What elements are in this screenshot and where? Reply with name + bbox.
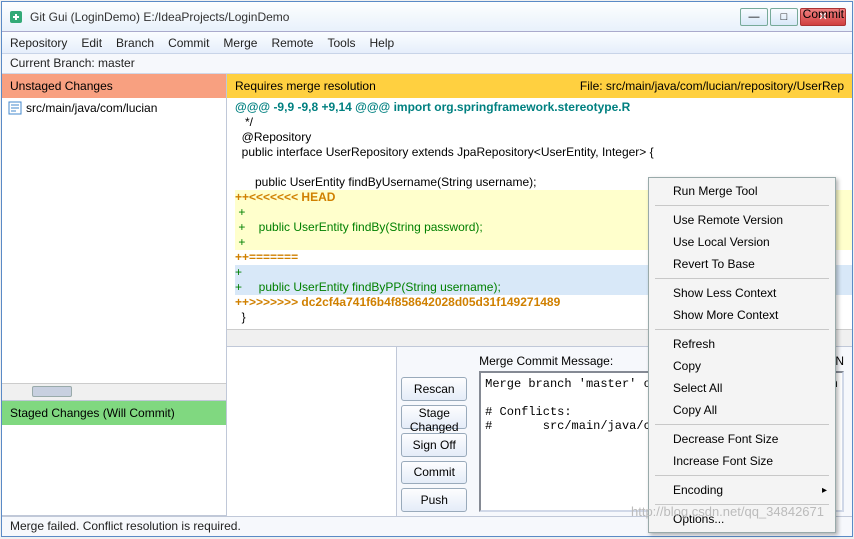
menu-item[interactable]: Refresh [651,333,833,355]
commit-button[interactable]: Commit [401,461,467,485]
menu-branch[interactable]: Branch [116,36,154,50]
menu-item[interactable]: Use Local Version [651,231,833,253]
commit-word: Commit [803,7,844,21]
staged-file-list[interactable] [2,425,226,516]
diff-requires: Requires merge resolution [235,79,376,93]
menu-item[interactable]: Encoding [651,479,833,501]
menu-separator [655,329,829,330]
push-button[interactable]: Push [401,488,467,512]
left-spacer [227,347,397,516]
titlebar[interactable]: Git Gui (LoginDemo) E:/IdeaProjects/Logi… [2,2,852,32]
diff-file-label: File: src/main/java/com/lucian/repositor… [580,79,844,93]
context-menu[interactable]: Run Merge Tool Use Remote VersionUse Loca… [648,177,836,533]
minimize-button[interactable]: — [740,8,768,26]
maximize-button[interactable]: □ [770,8,798,26]
menu-merge[interactable]: Merge [223,36,257,50]
menu-separator [655,475,829,476]
window-title: Git Gui (LoginDemo) E:/IdeaProjects/Logi… [30,10,740,24]
menu-item[interactable]: Copy All [651,399,833,421]
file-item[interactable]: src/main/java/com/lucian [2,98,226,118]
menu-item[interactable]: Increase Font Size [651,450,833,472]
sign-off-button[interactable]: Sign Off [401,433,467,457]
menu-separator [655,278,829,279]
unstaged-header: Unstaged Changes [2,74,226,98]
menu-help[interactable]: Help [369,36,394,50]
menu-item[interactable]: Show Less Context [651,282,833,304]
diff-line: public interface UserRepository extends … [235,145,852,160]
current-branch-label: Current Branch: master [2,54,852,74]
menu-item[interactable]: Use Remote Version [651,209,833,231]
menu-repository[interactable]: Repository [10,36,67,50]
diff-line: */ [235,115,852,130]
unstaged-hscroll[interactable] [2,383,226,400]
app-icon [8,9,24,25]
diff-line [235,160,852,175]
menu-separator [655,205,829,206]
menubar: Repository Edit Branch Commit Merge Remo… [2,32,852,54]
menu-item[interactable]: Revert To Base [651,253,833,275]
menu-item[interactable]: Select All [651,377,833,399]
menu-tools[interactable]: Tools [327,36,355,50]
diff-line: @Repository [235,130,852,145]
menu-commit[interactable]: Commit [168,36,209,50]
action-buttons: Rescan Stage Changed Sign Off Commit Pus… [397,347,471,516]
menu-item[interactable]: Decrease Font Size [651,428,833,450]
menu-edit[interactable]: Edit [81,36,102,50]
file-path: src/main/java/com/lucian [26,101,157,115]
unstaged-file-list[interactable]: src/main/java/com/lucian [2,98,226,401]
menu-item[interactable]: Options... [651,508,833,530]
commit-message-label: Merge Commit Message: [479,354,613,368]
stage-changed-button[interactable]: Stage Changed [401,405,467,429]
staged-header: Staged Changes (Will Commit) [2,401,226,425]
menu-item[interactable]: Run Merge Tool [651,180,833,202]
diff-header: Requires merge resolution File: src/main… [227,74,852,98]
menu-separator [655,424,829,425]
menu-item[interactable]: Copy [651,355,833,377]
menu-remote[interactable]: Remote [271,36,313,50]
file-icon [8,101,22,115]
diff-line: @@@ -9,9 -9,8 +9,14 @@@ import org.sprin… [235,100,852,115]
menu-separator [655,504,829,505]
rescan-button[interactable]: Rescan [401,377,467,401]
menu-item[interactable]: Show More Context [651,304,833,326]
